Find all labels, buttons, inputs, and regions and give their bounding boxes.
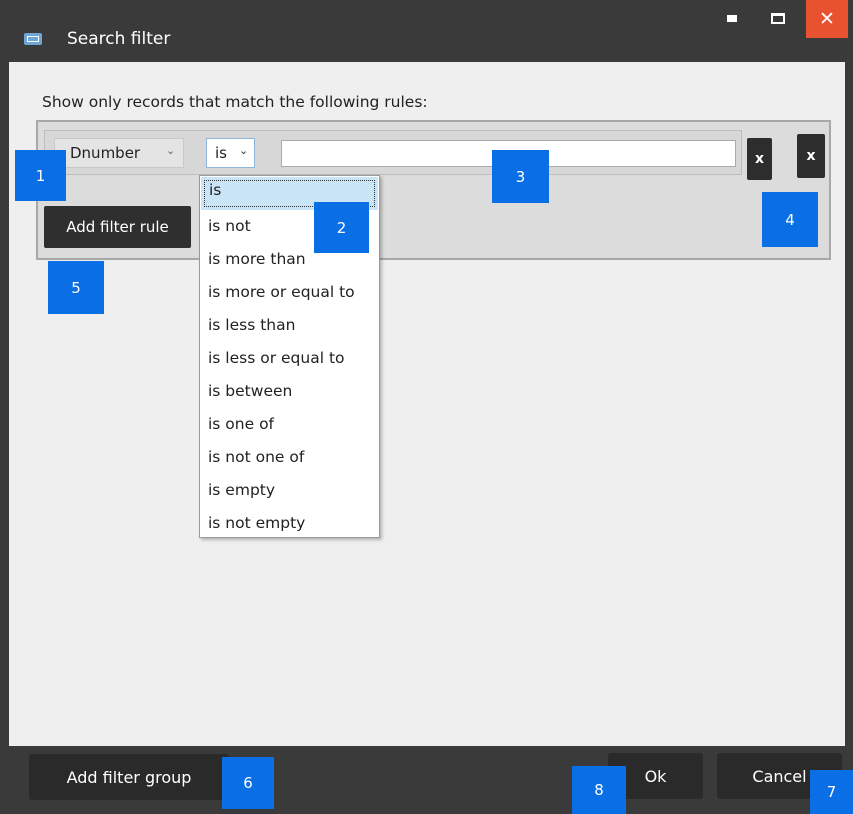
operator-option[interactable]: is empty (200, 474, 379, 507)
operator-option[interactable]: is less than (200, 309, 379, 342)
annotation-badge-4: 4 (762, 192, 818, 247)
annotation-badge-2: 2 (314, 202, 369, 253)
annotation-badge-8: 8 (572, 766, 626, 814)
annotation-badge-5: 5 (48, 261, 104, 314)
operator-option[interactable]: is not one of (200, 441, 379, 474)
filter-rule-row: Dnumber ⌄ is ⌄ (44, 130, 742, 175)
field-select[interactable]: Dnumber ⌄ (54, 138, 184, 168)
window-title: Search filter (67, 29, 171, 49)
intro-text: Show only records that match the followi… (42, 93, 428, 111)
maximize-button[interactable] (755, 0, 801, 38)
dialog-footer: Add filter group Ok Cancel (0, 748, 853, 814)
filter-group: Dnumber ⌄ is ⌄ x x Add filter rule (36, 120, 831, 260)
search-filter-window: Search filter ✕ Show only records that m… (0, 0, 853, 814)
maximize-icon (771, 12, 785, 24)
close-button[interactable]: ✕ (806, 0, 848, 38)
add-filter-group-button[interactable]: Add filter group (29, 754, 229, 800)
dialog-content: Show only records that match the followi… (9, 62, 845, 746)
annotation-badge-7: 7 (810, 770, 853, 814)
annotation-badge-3: 3 (492, 150, 549, 203)
minimize-icon (727, 14, 737, 22)
title-bar[interactable]: Search filter ✕ (0, 0, 853, 62)
remove-rule-button[interactable]: x (747, 138, 772, 180)
annotation-badge-1: 1 (15, 150, 66, 201)
annotation-badge-6: 6 (222, 757, 274, 809)
operator-select-value: is (215, 144, 227, 162)
operator-option[interactable]: is one of (200, 408, 379, 441)
chevron-down-icon: ⌄ (239, 144, 249, 157)
field-select-value: Dnumber (70, 144, 141, 162)
chevron-down-icon: ⌄ (166, 144, 176, 157)
operator-option[interactable]: is not empty (200, 507, 379, 540)
add-filter-rule-button[interactable]: Add filter rule (44, 206, 191, 248)
close-icon: ✕ (819, 8, 835, 30)
operator-option[interactable]: is less or equal to (200, 342, 379, 375)
operator-option[interactable]: is more or equal to (200, 276, 379, 309)
operator-option[interactable]: is between (200, 375, 379, 408)
window-app-icon (24, 33, 42, 45)
operator-select[interactable]: is ⌄ (206, 138, 255, 168)
minimize-button[interactable] (709, 0, 755, 38)
remove-group-button[interactable]: x (797, 134, 825, 178)
